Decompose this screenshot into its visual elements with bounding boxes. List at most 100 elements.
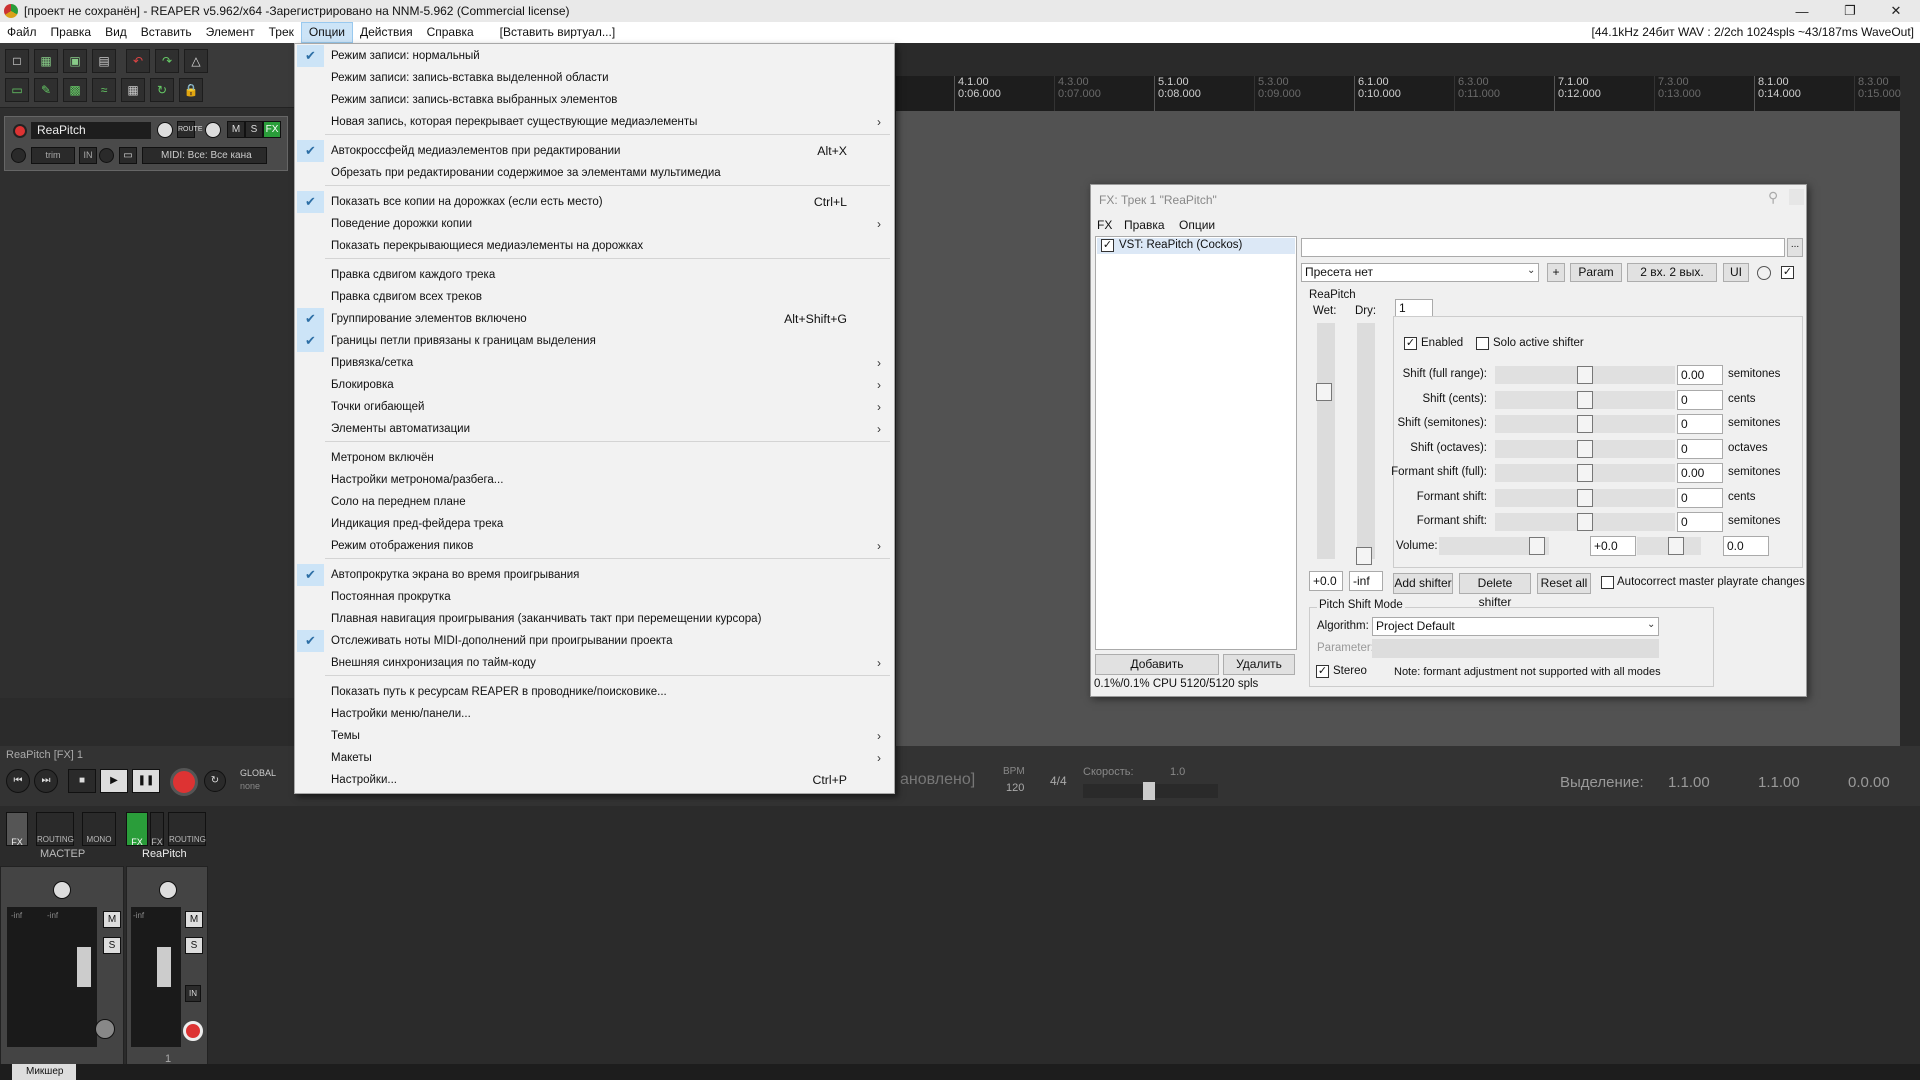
pan-knob-icon[interactable]: [205, 122, 221, 138]
options-menu-item[interactable]: Правка сдвигом всех треков: [297, 286, 892, 308]
master-fader-thumb[interactable]: [77, 947, 91, 987]
options-menu-item[interactable]: Показать перекрывающиеся медиаэлементы н…: [297, 235, 892, 257]
options-menu-item[interactable]: Режим отображения пиков ›: [297, 535, 892, 557]
volume-knob-icon[interactable]: [157, 122, 173, 138]
pan-slider-thumb[interactable]: [1668, 537, 1684, 555]
track-fader-thumb[interactable]: [157, 947, 171, 987]
param-slider-thumb[interactable]: [1577, 439, 1593, 458]
ruler-mark[interactable]: 4.3.00 0:07.000: [1054, 76, 1101, 111]
menu-view[interactable]: Вид: [98, 22, 134, 43]
wet-value[interactable]: +0.0: [1309, 571, 1343, 591]
fx-button[interactable]: FX: [263, 121, 281, 138]
track-routing-button[interactable]: ROUTING: [168, 812, 206, 846]
ui-button[interactable]: UI: [1723, 263, 1749, 282]
monitor-icon[interactable]: [11, 148, 26, 163]
close-icon[interactable]: ✕: [1874, 0, 1918, 22]
ruler-mark[interactable]: 8.3.00 0:15.000: [1854, 76, 1901, 111]
track-name[interactable]: ReaPitch: [31, 122, 151, 139]
options-menu-item[interactable]: Метроном включён: [297, 447, 892, 469]
route-button[interactable]: ROUTE: [177, 121, 203, 138]
wet-knob-icon[interactable]: [1757, 266, 1771, 280]
audio-device-status[interactable]: [44.1kHz 24бит WAV : 2/2ch 1024spls ~43/…: [1592, 22, 1914, 43]
play-icon[interactable]: ▶: [100, 769, 128, 793]
fx-enable-checkbox[interactable]: ✓: [1101, 239, 1114, 252]
param-slider-thumb[interactable]: [1577, 366, 1593, 384]
fx-menu-edit[interactable]: Правка: [1124, 218, 1165, 232]
open-project-icon[interactable]: ▦: [34, 49, 58, 73]
ruler-mark[interactable]: 6.3.00 0:11.000: [1454, 76, 1500, 111]
ruler-mark[interactable]: 4.1.00 0:06.000: [954, 76, 1001, 111]
options-menu-item[interactable]: Показать путь к ресурсам REAPER в провод…: [297, 681, 892, 703]
master-mono-button[interactable]: MONO: [82, 812, 116, 846]
options-menu-item[interactable]: Настройки меню/панели...: [297, 703, 892, 725]
record-arm-button[interactable]: [13, 124, 27, 138]
param-slider-thumb[interactable]: [1577, 513, 1593, 531]
master-fx-button[interactable]: FX: [6, 812, 28, 847]
options-menu-item[interactable]: ✔ Показать все копии на дорожках (если ес…: [297, 191, 892, 213]
input-button[interactable]: IN: [79, 147, 97, 164]
menu-insert-virtual[interactable]: [Вставить виртуал...]: [493, 22, 623, 43]
selection-start[interactable]: 1.1.00: [1668, 774, 1710, 791]
options-menu-item[interactable]: ✔ Отслеживать ноты MIDI-дополнений при пр…: [297, 630, 892, 652]
options-menu-item[interactable]: ✔ Режим записи: нормальный: [297, 45, 892, 67]
options-menu-item[interactable]: ✔ Автопрокрутка экрана во время проигрыва…: [297, 564, 892, 586]
preset-select[interactable]: Пресета нет: [1301, 263, 1539, 282]
selection-length[interactable]: 0.0.00: [1848, 774, 1890, 791]
fx-bypass-checkbox[interactable]: ✓: [1781, 266, 1794, 279]
envelope-icon[interactable]: ▭: [119, 147, 137, 164]
restore-icon[interactable]: ❐: [1828, 0, 1872, 22]
options-menu-item[interactable]: Правка сдвигом каждого трека: [297, 264, 892, 286]
options-menu-item[interactable]: Соло на переднем плане: [297, 491, 892, 513]
master-routing-button[interactable]: ROUTING: [36, 812, 74, 846]
param-slider-thumb[interactable]: [1577, 415, 1593, 433]
options-menu-item[interactable]: ✔ Границы петли привязаны к границам выде…: [297, 330, 892, 352]
volume-slider-thumb[interactable]: [1529, 537, 1545, 555]
options-menu-item[interactable]: Обрезать при редактировании содержимое з…: [297, 162, 892, 184]
wet-fader[interactable]: [1317, 323, 1335, 559]
options-menu-item[interactable]: Плавная навигация проигрывания (заканчив…: [297, 608, 892, 630]
track-fx-bypass-button[interactable]: FX: [150, 812, 164, 847]
time-signature[interactable]: 4/4: [1050, 774, 1067, 788]
mixer-record-arm-icon[interactable]: [183, 1021, 203, 1041]
fx-list-item[interactable]: ✓ VST: ReaPitch (Cockos): [1097, 238, 1295, 254]
param-button[interactable]: Param: [1570, 263, 1622, 282]
options-menu-item[interactable]: Индикация пред-фейдера трека: [297, 513, 892, 535]
stereo-checkbox[interactable]: ✓: [1316, 665, 1329, 678]
menu-track[interactable]: Трек: [262, 22, 301, 43]
param-slider-thumb[interactable]: [1577, 390, 1593, 409]
track-mute-button[interactable]: M: [185, 911, 203, 928]
ruler-mark[interactable]: 7.3.00 0:13.000: [1654, 76, 1701, 111]
metronome-icon[interactable]: △: [184, 49, 208, 73]
algorithm-select[interactable]: Project Default: [1372, 617, 1659, 636]
param-value[interactable]: 0: [1677, 487, 1723, 508]
go-to-start-icon[interactable]: ⏮: [6, 769, 30, 793]
menu-file[interactable]: Файл: [0, 22, 44, 43]
autocorrect-checkbox[interactable]: [1601, 576, 1614, 589]
wet-fader-thumb[interactable]: [1316, 383, 1332, 401]
options-menu-item[interactable]: Точки огибающей ›: [297, 396, 892, 418]
dry-fader-thumb[interactable]: [1356, 547, 1372, 565]
options-menu-item[interactable]: Поведение дорожки копии ›: [297, 213, 892, 235]
vertical-scrollbar[interactable]: [1900, 111, 1920, 751]
mute-button[interactable]: M: [227, 121, 245, 138]
record-icon[interactable]: [170, 768, 198, 796]
menu-edit[interactable]: Правка: [44, 22, 99, 43]
solo-button[interactable]: S: [245, 121, 263, 138]
track-pan-knob-icon[interactable]: [159, 881, 177, 899]
redo-icon[interactable]: ↷: [155, 49, 179, 73]
trim-button[interactable]: trim: [31, 147, 75, 164]
options-menu-item[interactable]: ✔ Автокроссфейд медиаэлементов при редакт…: [297, 140, 892, 162]
loop-icon[interactable]: ↻: [150, 78, 174, 102]
ruler[interactable]: 4.1.00 0:06.000 4.3.00 0:07.000 5.1.00 0:08.0…: [896, 76, 1901, 111]
menu-options[interactable]: Опции: [300, 22, 353, 43]
options-menu-item[interactable]: Новая запись, которая перекрывает сущест…: [297, 111, 892, 133]
envelope-points-icon[interactable]: ≈: [92, 78, 116, 102]
save-project-icon[interactable]: ▣: [63, 49, 87, 73]
algorithm-dropdown-icon[interactable]: ⌄: [1647, 619, 1655, 630]
undo-icon[interactable]: ↶: [126, 49, 150, 73]
fx-chain-list[interactable]: ✓ VST: ReaPitch (Cockos): [1095, 236, 1297, 650]
master-mute-button[interactable]: M: [103, 911, 121, 928]
options-menu-item[interactable]: Настройки... Ctrl+P: [297, 769, 892, 791]
fx-menu-options[interactable]: Опции: [1179, 218, 1215, 232]
track-header[interactable]: ReaPitch ROUTE M S FX trim IN ▭ MIDI: Вс…: [4, 116, 288, 171]
